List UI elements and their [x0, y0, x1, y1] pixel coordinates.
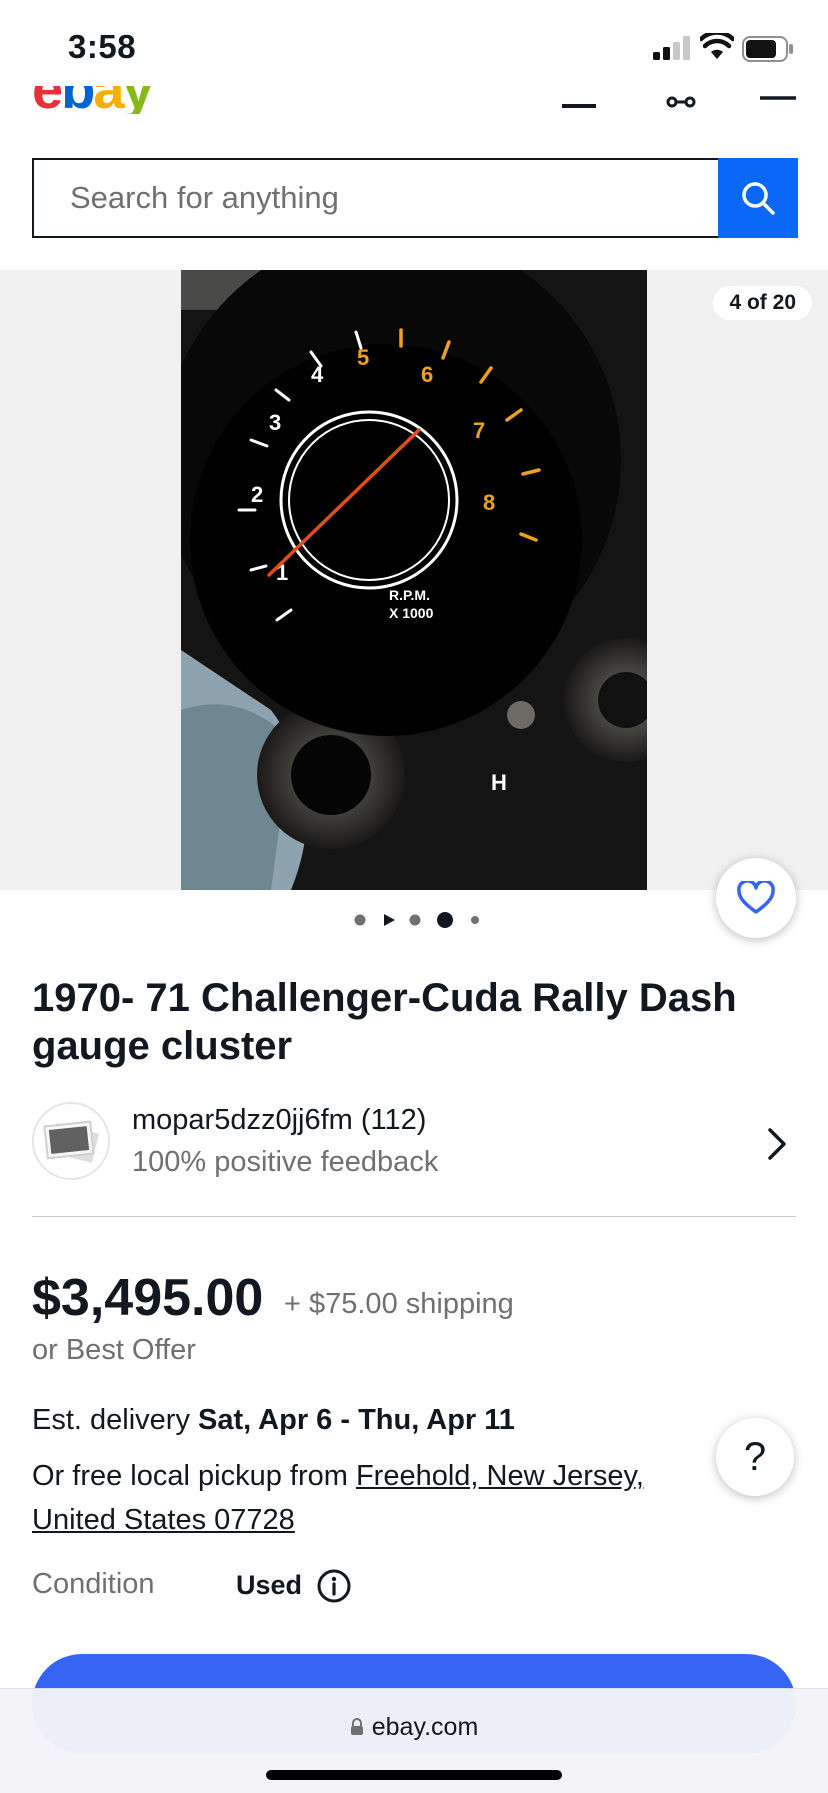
search-button[interactable] — [718, 158, 798, 238]
svg-text:H: H — [491, 770, 507, 795]
tachometer-photo: 1 2 3 4 5 6 7 8 R.P.M. X 1000 H — [181, 270, 647, 890]
shipping-cost: + $75.00 shipping — [284, 1288, 514, 1320]
svg-text:4: 4 — [311, 362, 324, 387]
delivery-label: Est. delivery — [32, 1404, 190, 1436]
svg-text:3: 3 — [269, 410, 281, 435]
item-title: 1970- 71 Challenger-Cuda Rally Dash gaug… — [32, 976, 737, 1068]
condition-label: Condition — [32, 1568, 155, 1600]
lock-icon — [350, 1718, 363, 1735]
home-indicator — [266, 1770, 562, 1780]
image-counter: 4 of 20 — [713, 286, 812, 320]
photo-icon — [43, 1120, 99, 1163]
account-icon[interactable] — [666, 84, 696, 110]
estimated-delivery: Est. delivery Sat, Apr 6 - Thu, Apr 11 — [32, 1404, 515, 1437]
svg-text:7: 7 — [473, 418, 485, 443]
heart-icon — [737, 881, 775, 914]
watchlist-button[interactable] — [716, 858, 796, 938]
svg-text:8: 8 — [483, 490, 495, 515]
search-icon — [742, 182, 775, 215]
help-button[interactable]: ? — [716, 1418, 794, 1496]
seller-avatar[interactable] — [32, 1102, 110, 1180]
cart-icon[interactable] — [560, 84, 600, 110]
info-icon[interactable] — [316, 1568, 352, 1604]
pickup-prefix: Or free local pickup from — [32, 1460, 348, 1492]
search-bar — [32, 158, 798, 238]
menu-icon[interactable] — [760, 84, 796, 110]
svg-text:R.P.M.: R.P.M. — [389, 587, 430, 603]
svg-text:5: 5 — [357, 345, 369, 370]
condition-value: Used — [236, 1570, 303, 1600]
product-image[interactable]: 1 2 3 4 5 6 7 8 R.P.M. X 1000 H — [181, 270, 647, 890]
ebay-logo[interactable]: ebay — [32, 86, 162, 114]
address-bar[interactable]: ebay.com — [0, 1713, 828, 1742]
status-time: 3:58 — [68, 28, 137, 65]
svg-text:6: 6 — [421, 362, 433, 387]
image-gallery[interactable]: 1 2 3 4 5 6 7 8 R.P.M. X 1000 H 4 of 20 — [0, 270, 828, 890]
search-input[interactable] — [34, 160, 720, 236]
chevron-right-icon[interactable] — [766, 1126, 790, 1162]
best-offer-text: or Best Offer — [32, 1334, 196, 1366]
cellular-signal-icon — [653, 36, 690, 60]
wifi-icon — [700, 33, 734, 59]
url-text: ebay.com — [371, 1713, 479, 1741]
item-price: $3,495.00 — [32, 1269, 264, 1327]
svg-text:2: 2 — [251, 482, 263, 507]
svg-text:X 1000: X 1000 — [389, 605, 434, 621]
seller-name[interactable]: mopar5dzz0jj6fm (112) — [132, 1104, 426, 1137]
browser-bottom-bar: ebay.com — [0, 1688, 828, 1793]
divider — [32, 1216, 796, 1217]
seller-feedback: 100% positive feedback — [132, 1146, 439, 1178]
delivery-dates: Sat, Apr 6 - Thu, Apr 11 — [198, 1404, 515, 1436]
gallery-pagination-dots[interactable] — [352, 910, 482, 930]
local-pickup: Or free local pickup from Freehold, New … — [32, 1454, 732, 1542]
battery-icon — [742, 36, 793, 62]
